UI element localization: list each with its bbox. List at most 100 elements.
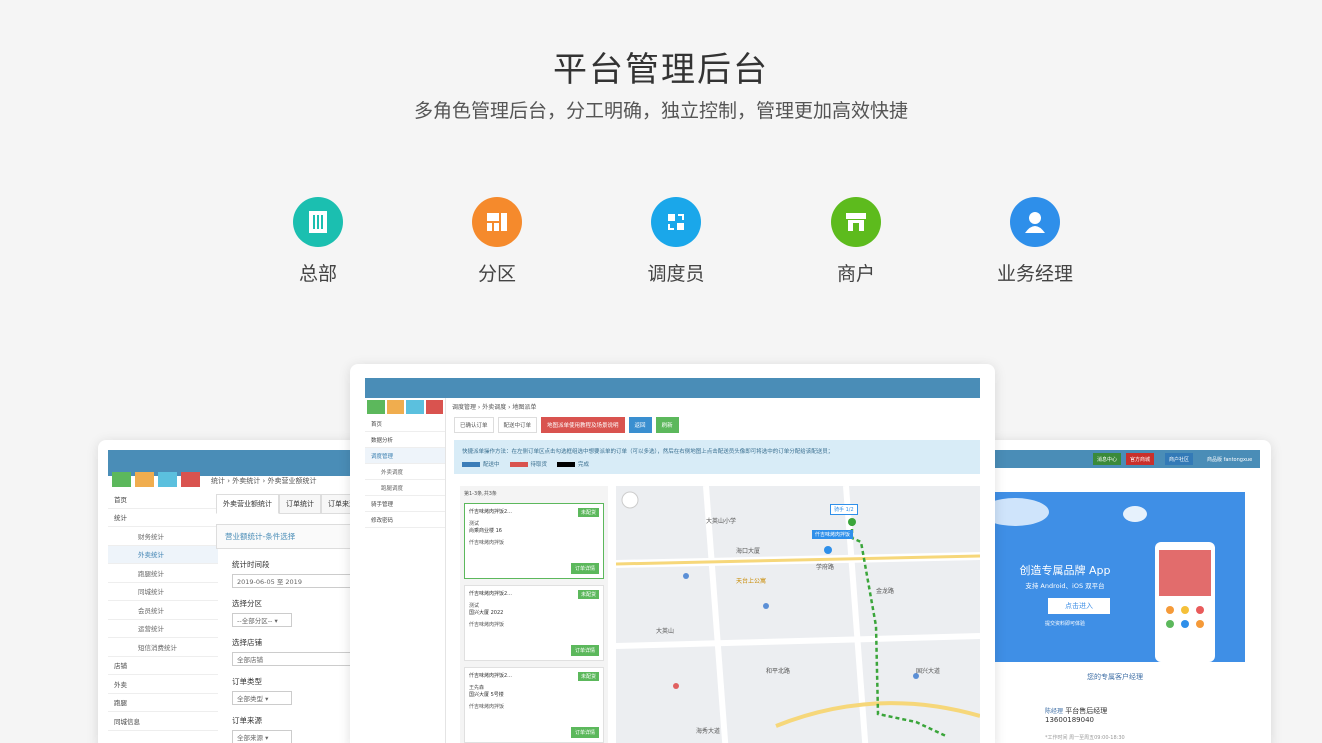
- manager-name: 陈经理: [1045, 708, 1064, 715]
- monitor-icon[interactable]: [135, 472, 154, 487]
- legend-label: 待取货: [530, 462, 548, 468]
- user-icon[interactable]: [425, 400, 443, 414]
- bag-icon[interactable]: [181, 472, 200, 487]
- tab-orders[interactable]: 订单统计: [279, 494, 321, 514]
- sidebar-item[interactable]: 财务统计: [108, 527, 218, 546]
- map-label: 海秀大道: [696, 728, 721, 735]
- shop-select[interactable]: 全部店铺: [232, 652, 368, 666]
- district-select[interactable]: --全部分区-- ▾: [232, 613, 292, 627]
- order-detail-button[interactable]: 订单详情: [570, 563, 599, 574]
- manager-phone: 13600189040: [1045, 716, 1094, 724]
- sidebar-item[interactable]: 首页: [365, 416, 445, 432]
- tab-revenue[interactable]: 外卖营业额统计: [216, 494, 279, 514]
- legend-swatch: [462, 462, 480, 467]
- map-label-shop[interactable]: 仟吉味烤肉拌饭: [812, 530, 854, 539]
- order-goods: 仟吉味烤肉拌饭: [469, 704, 505, 710]
- dispatcher-admin-screenshot: 首页 数据分析 调度管理 外卖调度 跑腿调度 骑手管理 修改密码 调度管理 › …: [350, 364, 995, 743]
- refresh-button[interactable]: 刷新: [655, 417, 679, 433]
- sidebar-item[interactable]: 统计: [108, 509, 218, 527]
- search-icon[interactable]: [406, 400, 424, 414]
- sidebar-item[interactable]: 同城信息: [108, 712, 218, 731]
- map-label: 大英山小学: [706, 518, 737, 525]
- grid-icon: [472, 197, 522, 247]
- sidebar-item[interactable]: 骑手管理: [365, 496, 445, 512]
- chart-icon[interactable]: [112, 472, 131, 487]
- banner-subtitle: 支持 Android、iOS 双平台: [1025, 582, 1105, 590]
- order-card[interactable]: 仟吉味烤肉拌饭2... 未配货 王先森 国兴大厦 5号楼 仟吉味烤肉拌饭 订单详…: [464, 667, 604, 743]
- tab-dispatching-orders[interactable]: 配送中订单: [497, 417, 538, 433]
- map-label-rider[interactable]: 骑手 1/2: [830, 504, 858, 515]
- form-header: 营业额统计-条件选择: [216, 524, 368, 549]
- orders-summary: 第1-3条,共3条: [464, 491, 497, 497]
- sidebar-item[interactable]: 同城统计: [108, 583, 218, 601]
- sidebar-item[interactable]: 跑腿: [108, 694, 218, 712]
- toolbar: 已确认订单 配送中订单 地图派单使用教程及场景说明 返回 刷新: [454, 417, 679, 433]
- enter-button[interactable]: 点击进入: [1048, 598, 1110, 614]
- order-address: 国兴大厦 5号楼: [469, 692, 504, 698]
- page-title: 平台管理后台: [553, 50, 769, 90]
- back-button[interactable]: 返回: [628, 417, 652, 433]
- sidebar-item[interactable]: 修改密码: [365, 512, 445, 528]
- tab-confirmed-orders[interactable]: 已确认订单: [454, 417, 494, 433]
- fork-icon[interactable]: [158, 472, 177, 487]
- date-range-input[interactable]: 2019-06-05 至 2019: [232, 574, 368, 588]
- home-icon[interactable]: [367, 400, 385, 414]
- help-button[interactable]: 地图派单使用教程及场景说明: [541, 417, 625, 433]
- field-label: 订单类型: [232, 677, 262, 686]
- sidebar-item[interactable]: 跑腿统计: [108, 564, 218, 583]
- account-menu[interactable]: 商品版 fantongxue: [1203, 453, 1256, 465]
- sidebar-item[interactable]: 外卖: [108, 675, 218, 694]
- dispatch-map[interactable]: 仟吉味烤肉拌饭 骑手 1/2 学府路 海口大厦 国兴大道 大英山 和平北路 金龙…: [616, 486, 980, 743]
- role-label: 调度员: [647, 263, 705, 285]
- field-label: 统计时间段: [232, 560, 270, 569]
- sidebar-item[interactable]: 运营统计: [108, 620, 218, 638]
- map-label: 和平北路: [766, 668, 791, 675]
- order-source-select[interactable]: 全部来源 ▾: [232, 730, 292, 743]
- legend-label: 完成: [578, 462, 590, 468]
- order-customer: 测试: [469, 521, 480, 527]
- map-label: 国兴大道: [916, 668, 941, 675]
- sidebar-item[interactable]: 数据分析: [365, 432, 445, 448]
- order-customer: 测试: [469, 603, 480, 609]
- official-store-link[interactable]: 官方商城: [1126, 453, 1155, 465]
- sidebar-item[interactable]: 外卖调度: [365, 464, 445, 480]
- field-label: 选择分区: [232, 599, 262, 608]
- sidebar-item[interactable]: 外卖统计: [108, 545, 218, 564]
- role-dispatcher: 调度员: [616, 197, 736, 286]
- status-badge: 未配货: [577, 508, 599, 517]
- order-address: 国兴大厦 2022: [469, 610, 504, 616]
- sidebar-item[interactable]: 会员统计: [108, 601, 218, 620]
- app-promo-banner: 创造专属品牌 App 支持 Android、iOS 双平台 点击进入 提交资料即…: [985, 492, 1245, 662]
- banner-note[interactable]: 提交资料即可体验: [985, 620, 1145, 627]
- order-detail-button[interactable]: 订单详情: [570, 727, 599, 738]
- role-label: 分区: [477, 263, 516, 285]
- quick-icons: [112, 472, 200, 487]
- map-label: 大英山: [656, 628, 675, 635]
- order-type-select[interactable]: 全部类型 ▾: [232, 691, 292, 705]
- role-district: 分区: [437, 197, 557, 286]
- message-center-link[interactable]: 消息中心: [1093, 453, 1122, 465]
- map-label: 海口大厦: [736, 548, 761, 555]
- order-card[interactable]: 仟吉味烤肉拌饭2... 未配货 测试 国兴大厦 2022 仟吉味烤肉拌饭 订单详…: [464, 585, 604, 661]
- legend-label: 配送中: [483, 462, 500, 468]
- role-headquarters: 总部: [258, 197, 378, 286]
- sidebar-item[interactable]: 店铺: [108, 657, 218, 675]
- order-detail-button[interactable]: 订单详情: [570, 645, 599, 656]
- order-card[interactable]: 仟吉味烤肉拌饭2... 未配货 测试 尚乘商业楼 16 仟吉味烤肉拌饭 订单详情: [464, 503, 604, 579]
- field-label: 订单来源: [232, 716, 262, 725]
- sidebar-item[interactable]: 跑腿调度: [365, 480, 445, 496]
- sidebar-item[interactable]: 首页: [108, 490, 218, 509]
- merchant-community-link[interactable]: 商户社区: [1165, 453, 1194, 465]
- sidebar-item[interactable]: 调度管理: [365, 448, 445, 464]
- order-goods: 仟吉味烤肉拌饭: [469, 622, 505, 628]
- map-label: 金龙路: [876, 588, 895, 595]
- chart-icon[interactable]: [386, 400, 404, 414]
- legend-item: 配送中: [462, 460, 500, 468]
- map-canvas[interactable]: [616, 486, 980, 743]
- dispatch-icon: [651, 197, 701, 247]
- map-legend: 配送中 待取货 完成: [462, 460, 972, 468]
- work-hours: *工作时间 周一至周五09:00-18:30: [1045, 735, 1125, 741]
- filter-form: 营业额统计-条件选择 统计时间段 2019-06-05 至 2019 选择分区 --…: [216, 524, 368, 743]
- order-address: 尚乘商业楼 16: [469, 528, 502, 534]
- sidebar-item[interactable]: 短信消费统计: [108, 638, 218, 657]
